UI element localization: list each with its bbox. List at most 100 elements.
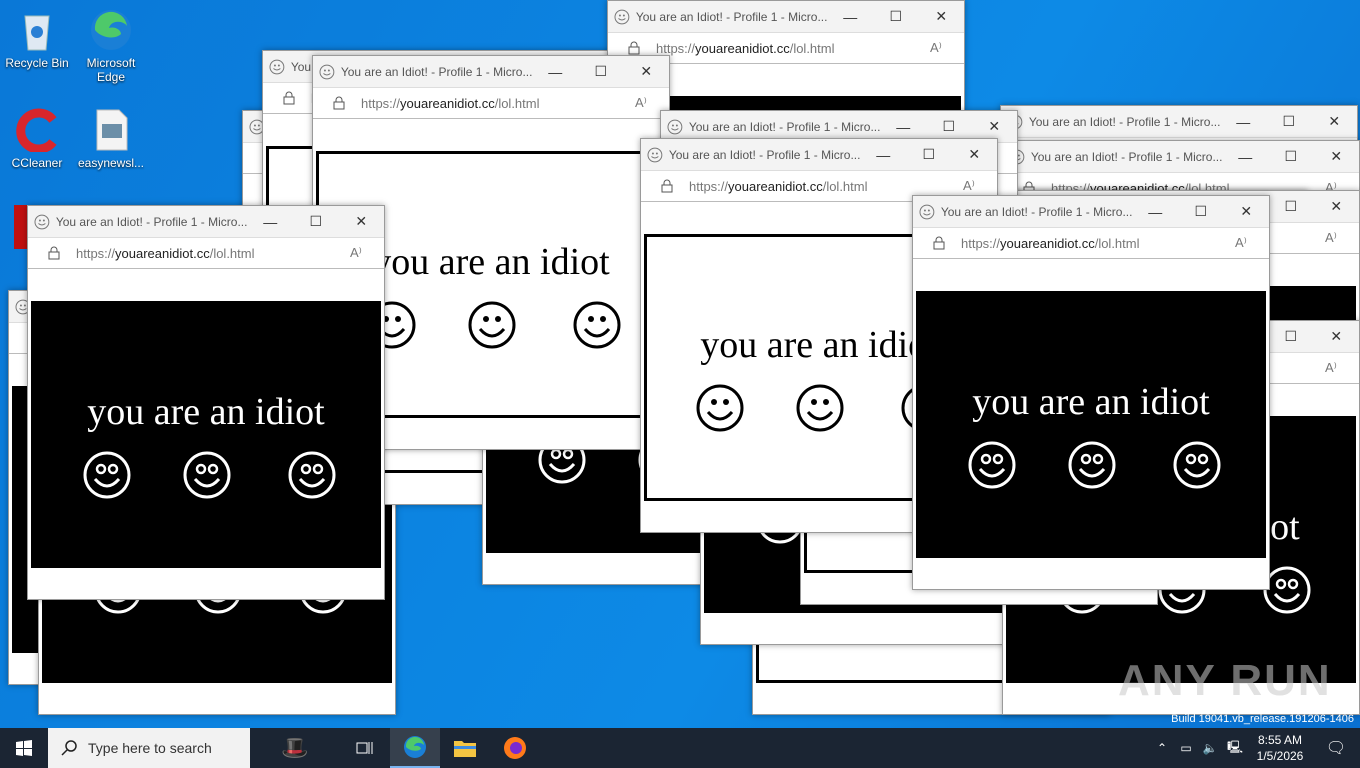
window-title: You are an Idiot! - Profile 1 - Micro... bbox=[1028, 114, 1221, 129]
minimize-button[interactable]: — bbox=[827, 9, 873, 25]
browser-window[interactable]: You are an Idiot! - Profile 1 - Micro...… bbox=[27, 205, 385, 600]
url-path: /lol.html bbox=[1094, 235, 1140, 251]
maximize-button[interactable]: ☐ bbox=[1178, 203, 1224, 220]
close-button[interactable]: ✕ bbox=[338, 213, 384, 230]
url-scheme: https:// bbox=[76, 245, 116, 261]
start-button[interactable] bbox=[0, 728, 48, 768]
taskbar-file-explorer[interactable] bbox=[440, 728, 490, 768]
close-button[interactable]: ✕ bbox=[1313, 198, 1359, 215]
minimize-button[interactable]: — bbox=[532, 64, 578, 80]
maximize-button[interactable]: ☐ bbox=[1268, 148, 1314, 165]
browser-window[interactable]: You are an Idiot! - Profile 1 - Micro...… bbox=[912, 195, 1270, 590]
lock-icon bbox=[933, 236, 945, 250]
close-button[interactable]: ✕ bbox=[918, 8, 964, 25]
close-button[interactable]: ✕ bbox=[1311, 113, 1357, 130]
minimize-button[interactable]: — bbox=[1132, 204, 1178, 220]
read-aloud-icon[interactable]: A⁾ bbox=[635, 95, 669, 111]
read-aloud-icon[interactable]: A⁾ bbox=[963, 178, 997, 194]
smiley-favicon-icon bbox=[34, 214, 50, 229]
smiley-icon bbox=[288, 451, 336, 499]
url-text: https://youareanidiot.cc/lol.html bbox=[76, 246, 350, 261]
close-button[interactable]: ✕ bbox=[971, 118, 1017, 135]
url-text: https://youareanidiot.cc/lol.html bbox=[656, 41, 930, 56]
window-title: You are an Idiot! - Profile 1 - Micro... bbox=[688, 119, 881, 134]
maximize-button[interactable]: ☐ bbox=[578, 63, 624, 80]
maximize-button[interactable]: ☐ bbox=[926, 118, 972, 135]
window-title: You are an Idiot! - Profile 1 - Micro... bbox=[1030, 149, 1223, 164]
smiley-icon bbox=[83, 451, 131, 499]
chevron-up-icon[interactable]: ⌃ bbox=[1150, 741, 1174, 755]
window-title: You are an Idiot! - Profile 1 - Micro... bbox=[635, 9, 828, 24]
title-bar[interactable]: You are an Idiot! - Profile 1 - Micro...… bbox=[313, 56, 669, 87]
search-icon bbox=[61, 740, 77, 756]
address-bar[interactable]: https://youareanidiot.cc/lol.html A⁾ bbox=[313, 87, 669, 119]
smiley-favicon-icon bbox=[614, 9, 630, 24]
smiley-icon bbox=[796, 384, 844, 432]
headline: you are an idiot bbox=[972, 381, 1210, 423]
minimize-button[interactable]: — bbox=[880, 119, 926, 135]
smiley-favicon-icon bbox=[269, 59, 285, 74]
title-bar[interactable]: You are an Idiot! - Profile 1 - Micro...… bbox=[641, 139, 997, 170]
close-button[interactable]: ✕ bbox=[1313, 148, 1359, 165]
close-button[interactable]: ✕ bbox=[1223, 203, 1269, 220]
taskbar-firefox[interactable] bbox=[490, 728, 540, 768]
meet-now-icon[interactable]: ▭ bbox=[1174, 741, 1198, 755]
url-text: https://youareanidiot.cc/lol.html bbox=[689, 179, 963, 194]
url-domain: youareanidiot.cc bbox=[115, 245, 210, 261]
notification-icon[interactable]: 🗨 bbox=[1312, 738, 1360, 758]
address-bar[interactable]: https://youareanidiot.cc/lol.html A⁾ bbox=[28, 237, 384, 269]
maximize-button[interactable]: ☐ bbox=[873, 8, 919, 25]
smiley-favicon-icon bbox=[319, 64, 335, 79]
search-highlight-icon[interactable]: 🎩 bbox=[250, 728, 340, 768]
title-bar[interactable]: You are an Idiot! - Profile 1 - Micro...… bbox=[913, 196, 1269, 227]
taskbar-edge[interactable] bbox=[390, 728, 440, 768]
title-bar[interactable]: You are an Idiot! - Profile 1 - Micro...… bbox=[1003, 141, 1359, 172]
maximize-button[interactable]: ☐ bbox=[1268, 328, 1314, 345]
maximize-button[interactable]: ☐ bbox=[293, 213, 339, 230]
network-icon[interactable]: 🖳 bbox=[1222, 738, 1248, 759]
minimize-button[interactable]: — bbox=[860, 147, 906, 163]
title-bar[interactable]: You are an Idiot! - Profile 1 - Micro...… bbox=[28, 206, 384, 237]
close-button[interactable]: ✕ bbox=[623, 63, 669, 80]
clock[interactable]: 8:55 AM 1/5/2026 bbox=[1248, 732, 1312, 764]
close-button[interactable]: ✕ bbox=[1313, 328, 1359, 345]
date: 1/5/2026 bbox=[1256, 749, 1304, 763]
maximize-button[interactable]: ☐ bbox=[1268, 198, 1314, 215]
task-view-button[interactable] bbox=[340, 728, 390, 768]
title-bar[interactable]: You are an Idiot! - Profile 1 - Micro...… bbox=[1001, 106, 1357, 137]
address-bar[interactable]: https://youareanidiot.cc/lol.html A⁾ bbox=[913, 227, 1269, 259]
url-domain: youareanidiot.cc bbox=[695, 40, 790, 56]
lock-icon bbox=[661, 179, 673, 193]
close-button[interactable]: ✕ bbox=[951, 146, 997, 163]
smiley-icon bbox=[696, 384, 744, 432]
read-aloud-icon[interactable]: A⁾ bbox=[1235, 235, 1269, 251]
read-aloud-icon[interactable]: A⁾ bbox=[930, 40, 964, 56]
url-path: /lol.html bbox=[789, 40, 835, 56]
url-domain: youareanidiot.cc bbox=[400, 95, 495, 111]
minimize-button[interactable]: — bbox=[1222, 149, 1268, 165]
minimize-button[interactable]: — bbox=[247, 214, 293, 230]
smiley-favicon-icon bbox=[919, 204, 935, 219]
url-path: /lol.html bbox=[494, 95, 540, 111]
url-path: /lol.html bbox=[209, 245, 255, 261]
title-bar[interactable]: You are an Idiot! - Profile 1 - Micro...… bbox=[608, 1, 964, 32]
url-scheme: https:// bbox=[689, 178, 729, 194]
read-aloud-icon[interactable]: A⁾ bbox=[1325, 230, 1359, 246]
window-title: You are an Idiot! - Profile 1 - Micro... bbox=[340, 64, 533, 79]
smiley-icon bbox=[1173, 441, 1221, 489]
search-box[interactable]: Type here to search bbox=[48, 728, 250, 768]
lock-icon bbox=[283, 91, 295, 105]
url-scheme: https:// bbox=[656, 40, 696, 56]
smiley-icon bbox=[573, 301, 621, 349]
maximize-button[interactable]: ☐ bbox=[1266, 113, 1312, 130]
maximize-button[interactable]: ☐ bbox=[906, 146, 952, 163]
read-aloud-icon[interactable]: A⁾ bbox=[350, 245, 384, 261]
read-aloud-icon[interactable]: A⁾ bbox=[1325, 360, 1359, 376]
time: 8:55 AM bbox=[1257, 733, 1303, 747]
minimize-button[interactable]: — bbox=[1220, 114, 1266, 130]
url-domain: youareanidiot.cc bbox=[1000, 235, 1095, 251]
volume-icon[interactable]: 🔈 bbox=[1198, 741, 1222, 755]
smiley-icon bbox=[183, 451, 231, 499]
url-domain: youareanidiot.cc bbox=[728, 178, 823, 194]
taskbar: Type here to search 🎩 ⌃ ▭ 🔈 🖳 8:55 AM 1/5… bbox=[0, 728, 1360, 768]
